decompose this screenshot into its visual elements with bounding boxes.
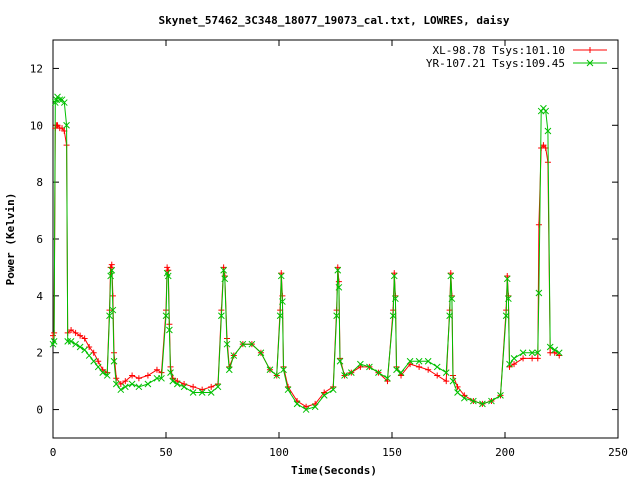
data-point xyxy=(416,363,423,370)
legend-label: XL-98.78 Tsys:101.10 xyxy=(433,44,565,57)
x-tick-label: 250 xyxy=(608,446,628,459)
legend-marker xyxy=(587,47,593,53)
chart: Skynet_57462_3C348_18077_19073_cal.txt, … xyxy=(4,14,628,477)
data-point xyxy=(220,264,227,271)
data-point xyxy=(135,383,143,391)
x-tick-label: 100 xyxy=(269,446,289,459)
data-point xyxy=(556,352,563,359)
data-point xyxy=(391,270,398,277)
data-point xyxy=(144,380,152,388)
data-point xyxy=(144,372,151,379)
data-point xyxy=(454,389,461,396)
data-point xyxy=(534,355,541,362)
data-point xyxy=(535,221,542,228)
legend: XL-98.78 Tsys:101.10YR-107.21 Tsys:109.4… xyxy=(426,44,607,70)
data-point xyxy=(85,352,93,359)
x-tick-label: 150 xyxy=(382,446,402,459)
y-tick-label: 10 xyxy=(30,119,43,132)
data-point xyxy=(504,272,511,279)
series-layer xyxy=(49,93,563,413)
data-point xyxy=(447,270,454,277)
data-point xyxy=(135,375,142,382)
data-point xyxy=(153,366,160,373)
series-1 xyxy=(50,122,563,410)
y-tick-label: 2 xyxy=(36,347,43,360)
x-axis-label: Time(Seconds) xyxy=(291,464,377,477)
data-point xyxy=(199,386,206,393)
data-point xyxy=(94,363,102,371)
series-line xyxy=(52,95,560,411)
legend-label: YR-107.21 Tsys:109.45 xyxy=(426,57,565,70)
data-point xyxy=(190,383,197,390)
y-tick-label: 6 xyxy=(36,233,43,246)
series-line xyxy=(52,124,560,408)
data-point xyxy=(108,261,115,268)
y-tick-label: 8 xyxy=(36,176,43,189)
data-point xyxy=(529,355,536,362)
data-point xyxy=(50,332,56,339)
data-point xyxy=(443,378,450,385)
y-axis-label: Power (Kelvin) xyxy=(4,193,17,286)
series-2 xyxy=(49,93,563,413)
data-point xyxy=(208,383,215,390)
x-tick-label: 50 xyxy=(159,446,172,459)
data-point xyxy=(77,332,84,339)
data-point xyxy=(81,335,88,342)
data-point xyxy=(72,329,79,336)
data-point xyxy=(128,380,136,388)
data-point xyxy=(510,355,518,362)
data-point xyxy=(278,270,285,277)
x-tick-label: 200 xyxy=(495,446,515,459)
data-point xyxy=(520,355,527,362)
data-point xyxy=(434,372,441,379)
x-tick-label: 0 xyxy=(50,446,57,459)
data-point xyxy=(334,264,341,271)
y-tick-label: 12 xyxy=(30,62,43,75)
chart-title: Skynet_57462_3C348_18077_19073_cal.txt, … xyxy=(159,14,510,27)
y-tick-label: 4 xyxy=(36,290,43,303)
y-tick-label: 0 xyxy=(36,404,43,417)
data-point xyxy=(164,264,171,271)
data-point xyxy=(433,363,441,371)
data-point xyxy=(425,366,432,373)
